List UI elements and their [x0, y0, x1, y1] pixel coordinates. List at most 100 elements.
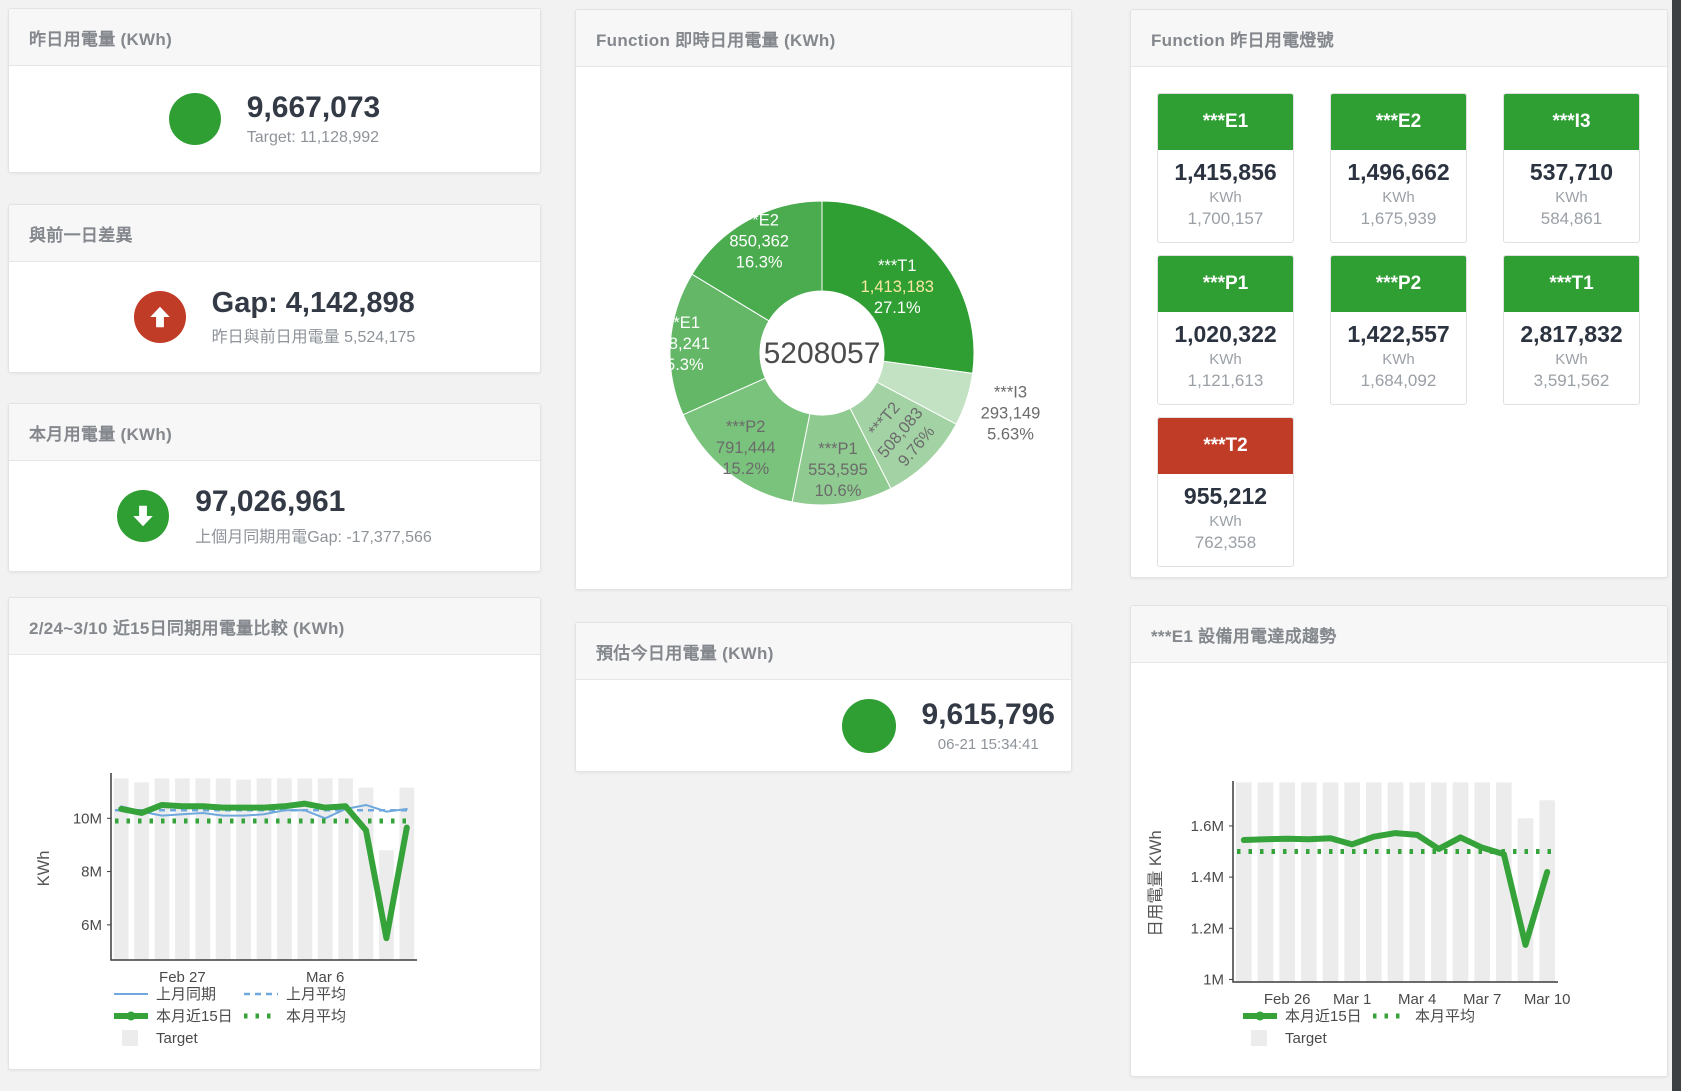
forecast-timestamp: 06-21 15:34:41 [922, 736, 1055, 753]
scrollbar[interactable] [1672, 0, 1681, 1091]
legend-label[interactable]: 本月近15日 [156, 1008, 233, 1025]
card-e1-trend-chart: ***E1 設備用電達成趨勢 1M1.2M1.4M1.6MFeb 26Mar 1… [1130, 605, 1668, 1077]
forecast-value: 9,615,796 [922, 698, 1055, 733]
target-bar [1236, 782, 1252, 982]
tile-label: ***T1 [1504, 256, 1639, 312]
tile-target: 1,675,939 [1335, 209, 1462, 229]
card-15day-compare-chart: 2/24~3/10 近15日同期用電量比較 (KWh) 6M8M10MFeb 2… [8, 597, 541, 1070]
legend-label[interactable]: 本月近15日 [1285, 1008, 1362, 1025]
realtime-donut-chart: ***T11,413,18327.1%***I3293,1495.63%***T… [576, 67, 1071, 589]
status-tile-T2[interactable]: ***T2 955,212 KWh 762,358 [1157, 417, 1294, 567]
tile-target: 3,591,562 [1508, 371, 1635, 391]
yesterday-usage-target: Target: 11,128,992 [247, 129, 380, 147]
legend-target-label[interactable]: Target [156, 1030, 199, 1047]
tile-body: 2,817,832 KWh 3,591,562 [1504, 312, 1639, 404]
card-header: 本月用電量 (KWh) [9, 404, 540, 461]
tile-label: ***I3 [1504, 94, 1639, 150]
card-title: Function 即時日用電量 (KWh) [596, 26, 836, 51]
tile-unit: KWh [1335, 189, 1462, 206]
card-header: 昨日用電量 (KWh) [9, 9, 540, 66]
tile-label: ***E1 [1158, 94, 1293, 150]
stat-body: 9,667,073 Target: 11,128,992 [9, 66, 540, 172]
status-tile-E2[interactable]: ***E2 1,496,662 KWh 1,675,939 [1330, 93, 1467, 243]
legend-label[interactable]: 本月平均 [1415, 1008, 1475, 1025]
card-month-usage: 本月用電量 (KWh) 97,026,961 上個月同期用電Gap: -17,3… [8, 403, 541, 572]
tile-body: 1,422,557KWh1,684,092 [1331, 312, 1466, 404]
target-bar [1344, 782, 1360, 982]
tile-body: 1,415,856 KWh 1,700,157 [1158, 150, 1293, 242]
target-bar [1366, 782, 1382, 982]
tile-unit: KWh [1335, 351, 1462, 368]
tile-target: 1,121,613 [1162, 371, 1289, 391]
y-axis-label: 日用電量 KWh [1147, 830, 1165, 936]
tile-value: 537,710 [1508, 159, 1635, 186]
card-header: 與前一日差異 [9, 205, 540, 262]
y-axis-tick: 8M [81, 864, 102, 881]
e1-trend-line-chart: 1M1.2M1.4M1.6MFeb 26Mar 1Mar 4Mar 7Mar 1… [1131, 663, 1667, 1075]
tile-value: 955,212 [1162, 483, 1289, 510]
tile-target: 1,700,157 [1162, 209, 1289, 229]
legend-label[interactable]: 本月平均 [286, 1008, 346, 1025]
green-status-circle-icon [169, 93, 221, 145]
x-axis-tick: Feb 27 [159, 969, 206, 986]
card-title: 與前一日差異 [29, 221, 133, 246]
card-title: 昨日用電量 (KWh) [29, 25, 172, 50]
target-bar [1301, 782, 1317, 982]
card-realtime-donut: Function 即時日用電量 (KWh) ***T11,413,18327.1… [575, 9, 1072, 590]
tile-unit: KWh [1162, 189, 1289, 206]
target-bar [1409, 782, 1425, 982]
target-bar [1474, 782, 1490, 982]
tile-target: 762,358 [1162, 533, 1289, 553]
y-axis-tick: 1M [1203, 971, 1224, 988]
target-bar [1388, 782, 1404, 982]
legend-label[interactable]: 上月平均 [286, 986, 346, 1003]
card-title: 本月用電量 (KWh) [29, 420, 172, 445]
card-header: 預估今日用電量 (KWh) [576, 623, 1071, 680]
tile-body: 1,020,322KWh1,121,613 [1158, 312, 1293, 404]
x-axis-tick: Mar 10 [1524, 991, 1571, 1008]
green-down-arrow-icon [117, 490, 169, 542]
tile-label: ***E2 [1331, 94, 1466, 150]
status-tile-T1[interactable]: ***T1 2,817,832 KWh 3,591,562 [1503, 255, 1640, 405]
yesterday-usage-value: 9,667,073 [247, 91, 380, 126]
card-title: 2/24~3/10 近15日同期用電量比較 (KWh) [29, 614, 345, 639]
legend-target-label[interactable]: Target [1285, 1030, 1328, 1047]
stat-body: 97,026,961 上個月同期用電Gap: -17,377,566 [9, 461, 540, 571]
target-bar [359, 788, 374, 960]
status-tile-I3[interactable]: ***I3537,710KWh584,861 [1503, 93, 1640, 243]
x-axis-tick: Mar 1 [1333, 991, 1371, 1008]
target-bar [1279, 782, 1295, 982]
card-title: 預估今日用電量 (KWh) [596, 639, 774, 664]
tile-label: ***P2 [1331, 256, 1466, 312]
tile-value: 1,415,856 [1162, 159, 1289, 186]
green-status-circle-icon [842, 699, 896, 753]
status-tile-grid: ***E1 1,415,856 KWh 1,700,157 ***E2 1,496,662… [1131, 67, 1640, 567]
legend-label[interactable]: 上月同期 [156, 986, 216, 1003]
legend-target-swatch[interactable] [122, 1030, 138, 1046]
y-axis-tick: 10M [73, 810, 102, 827]
day-gap-sub: 昨日與前日用電量 5,524,175 [212, 323, 416, 347]
target-bar [1453, 782, 1469, 982]
card-header: 2/24~3/10 近15日同期用電量比較 (KWh) [9, 598, 540, 655]
y-axis-tick: 1.2M [1191, 920, 1224, 937]
tile-unit: KWh [1162, 513, 1289, 530]
legend-swatch-dot [127, 1012, 136, 1021]
status-tile-P1[interactable]: ***P11,020,322KWh1,121,613 [1157, 255, 1294, 405]
tile-target: 1,684,092 [1335, 371, 1462, 391]
status-tile-E1[interactable]: ***E1 1,415,856 KWh 1,700,157 [1157, 93, 1294, 243]
tile-unit: KWh [1508, 351, 1635, 368]
tile-label: ***T2 [1158, 418, 1293, 474]
card-header: ***E1 設備用電達成趨勢 [1131, 606, 1667, 663]
status-tile-P2[interactable]: ***P21,422,557KWh1,684,092 [1330, 255, 1467, 405]
target-bar [399, 788, 414, 960]
card-yesterday-usage: 昨日用電量 (KWh) 9,667,073 Target: 11,128,992 [8, 8, 541, 173]
red-up-arrow-icon [134, 291, 186, 343]
tile-body: 537,710KWh584,861 [1504, 150, 1639, 242]
stat-body: 9,615,796 06-21 15:34:41 [576, 680, 1071, 771]
x-axis-tick: Feb 26 [1264, 991, 1311, 1008]
month-usage-value: 97,026,961 [195, 485, 432, 520]
tile-value: 1,496,662 [1335, 159, 1462, 186]
legend-target-swatch[interactable] [1251, 1030, 1267, 1046]
tile-value: 2,817,832 [1508, 321, 1635, 348]
card-title: ***E1 設備用電達成趨勢 [1151, 622, 1337, 647]
